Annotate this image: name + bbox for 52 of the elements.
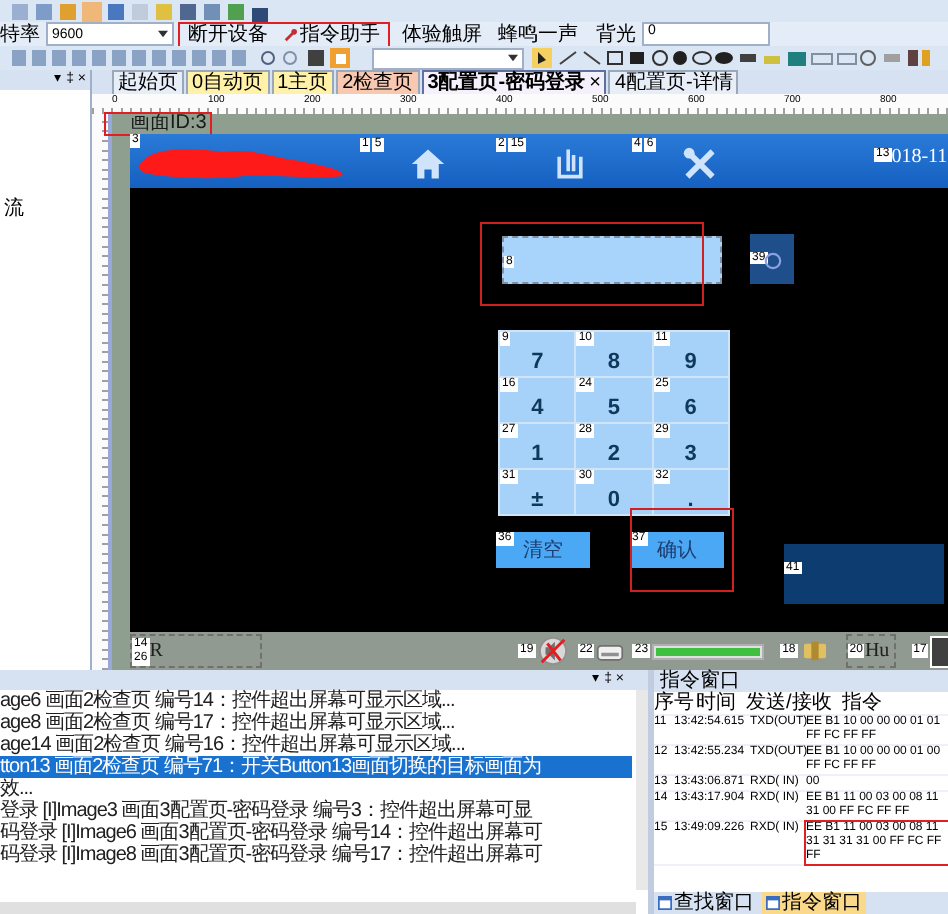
tab-label: 1主页 xyxy=(277,72,329,94)
output-line[interactable]: age8 画面2检查页 编号17：控件超出屏幕可显示区域... xyxy=(0,712,632,734)
page-tab[interactable]: 1主页 xyxy=(271,70,335,94)
output-line[interactable]: 登录 [I]Image3 画面3配置页-密码登录 编号3：控件超出屏幕可显 xyxy=(0,800,632,822)
column-header: 指令 xyxy=(841,692,884,714)
page-tab[interactable]: 2检查页 xyxy=(336,70,420,94)
page-tab[interactable]: 3配置页-密码登录 × xyxy=(421,70,607,94)
window-tab[interactable]: 查找窗口 xyxy=(654,892,758,914)
toolbar-button[interactable]: 指令助手 xyxy=(278,23,386,45)
column-header: 时间 xyxy=(696,692,736,714)
toolbar-drawing[interactable] xyxy=(8,1,272,21)
baud-label: 特率 xyxy=(0,23,40,45)
tab-label: 起始页 xyxy=(118,72,178,94)
toolbar-drawing[interactable] xyxy=(532,48,932,68)
side-item[interactable]: 流 xyxy=(0,194,90,222)
page-tab[interactable]: 0自动页 xyxy=(186,70,270,94)
column-header: 发送/接收 xyxy=(746,692,832,714)
widget-text: Hu xyxy=(864,640,890,662)
output-line[interactable]: age14 画面2检查页 编号16：控件超出屏幕可显示区域... xyxy=(0,734,632,756)
home-icon[interactable] xyxy=(409,146,446,182)
output-line[interactable]: 码登录 [I]Image8 画面3配置页-密码登录 编号17：控件超出屏幕可 xyxy=(0,844,632,866)
output-line[interactable]: 码登录 [I]Image6 画面3配置页-密码登录 编号14：控件超出屏幕可 xyxy=(0,822,632,844)
tools-icon[interactable] xyxy=(681,146,718,182)
cylinder-icon xyxy=(799,640,830,662)
window-icon xyxy=(766,896,780,910)
toolbar-button[interactable]: 体验触屏 xyxy=(396,23,488,45)
tab-label: 4配置页-详情 xyxy=(614,72,733,94)
building-icon[interactable] xyxy=(552,146,589,182)
window-icon xyxy=(658,896,672,910)
page-tab[interactable]: 起始页 xyxy=(112,70,184,94)
caret-icon xyxy=(508,54,518,62)
tab-label: 0自动页 xyxy=(192,72,264,94)
dropdown-field[interactable] xyxy=(372,47,524,69)
close-icon[interactable]: × xyxy=(589,72,601,94)
widget-text: R xyxy=(149,640,163,662)
wrench-icon xyxy=(284,27,298,41)
date-text: 018-11 xyxy=(891,148,948,166)
window-tab[interactable]: 指令窗口 xyxy=(762,892,866,914)
tab-label: 2检查页 xyxy=(342,72,414,94)
tab-label: 3配置页-密码登录 xyxy=(427,72,586,94)
column-header: 序号 xyxy=(654,692,694,714)
drive-icon xyxy=(596,640,625,662)
backlight-label: 背光 xyxy=(596,23,636,45)
scrollbar[interactable] xyxy=(636,690,648,890)
panel-title: 指令窗口 xyxy=(654,670,948,692)
page-tab[interactable]: 4配置页-详情 xyxy=(608,70,739,94)
ring-icon xyxy=(764,252,782,270)
output-line[interactable]: age6 画面2检查页 编号14：控件超出屏幕可显示区域... xyxy=(0,690,632,712)
caret-icon xyxy=(158,30,168,38)
scrollbar[interactable] xyxy=(0,902,636,914)
output-line[interactable]: 效... xyxy=(0,778,632,800)
toolbar-button[interactable]: 蜂鸣一声 xyxy=(492,23,584,45)
